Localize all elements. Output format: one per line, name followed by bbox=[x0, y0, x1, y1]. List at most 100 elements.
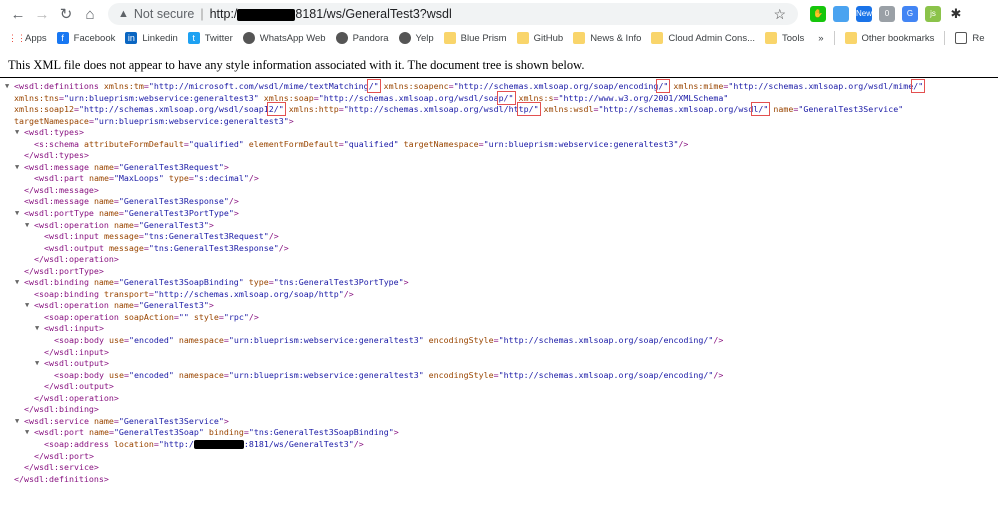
bookmark-apps[interactable]: ⋮⋮ Apps bbox=[8, 32, 47, 44]
collapse-triangle-icon[interactable]: ▼ bbox=[25, 300, 29, 312]
highlighted-value-box: p/" bbox=[496, 90, 516, 105]
home-button[interactable]: ⌂ bbox=[78, 6, 102, 23]
xml-line: <s:schema attributeFormDefault="qualifie… bbox=[0, 139, 998, 151]
xml-attribute-name: transport bbox=[103, 288, 149, 299]
xml-tag: > bbox=[393, 427, 399, 438]
reading-list-label: Re bbox=[972, 32, 985, 44]
xml-line-content: <soap:operation soapAction="" style="rpc… bbox=[44, 312, 259, 324]
xml-tag: > bbox=[223, 161, 229, 172]
bookmark-other-bookmarks[interactable]: Other bookmarks bbox=[844, 32, 934, 44]
bookmark-pandora[interactable]: Pandora bbox=[335, 32, 389, 44]
bookmark-label: News & Info bbox=[590, 32, 642, 44]
xml-tag: > bbox=[208, 300, 214, 311]
xml-attribute-value: "urn:blueprism:webservice:generaltest3" bbox=[228, 335, 424, 346]
xml-tag: <wsdl:input> bbox=[44, 323, 104, 334]
xml-attribute-name: name bbox=[93, 161, 114, 172]
collapse-triangle-icon[interactable]: ▼ bbox=[35, 323, 39, 335]
bookmark-news-info[interactable]: News & Info bbox=[573, 32, 641, 44]
xml-line: xmlns:soap12="http://schemas.xmlsoap.org… bbox=[0, 102, 998, 117]
xml-attribute-value: "http://schemas.xmlsoap.org/wsdl/soa bbox=[318, 92, 499, 103]
xml-line: ▼ <wsdl:portType name="GeneralTest3PortTy… bbox=[0, 208, 998, 220]
xml-attribute-name: xmlns:tns bbox=[14, 92, 59, 103]
collapse-triangle-icon[interactable]: ▼ bbox=[25, 427, 29, 439]
xml-attribute-name: binding bbox=[203, 427, 244, 438]
xml-line: ▼ <wsdl:operation name="GeneralTest3"> bbox=[0, 220, 998, 232]
address-bar[interactable]: ▲ Not secure | http:/ 8181/ws/GeneralTest… bbox=[108, 3, 798, 25]
question-extension-icon[interactable]: 0 bbox=[879, 6, 895, 22]
xml-line: <soap:binding transport="http://schemas.… bbox=[0, 289, 998, 301]
xml-attribute-name: targetNamespace bbox=[398, 138, 479, 149]
reading-list-button[interactable]: Re bbox=[955, 32, 985, 44]
xml-attribute-name: encodingStyle bbox=[423, 335, 494, 346]
highlighted-value-box: /" bbox=[366, 79, 381, 93]
new-badge-extension-icon[interactable]: New bbox=[856, 6, 872, 22]
xml-line: </wsdl:operation> bbox=[0, 393, 998, 405]
collapse-triangle-icon[interactable]: ▼ bbox=[15, 208, 19, 220]
bookmark-github[interactable]: GitHub bbox=[516, 32, 563, 44]
collapse-triangle-icon[interactable]: ▼ bbox=[15, 277, 19, 289]
facebook-icon: f bbox=[56, 32, 69, 44]
url-text[interactable]: http:/ 8181/ws/GeneralTest3?wsdl bbox=[210, 7, 452, 21]
xml-attribute-name: namespace bbox=[173, 369, 224, 380]
bookmark-whatsapp-web[interactable]: WhatsApp Web bbox=[242, 32, 326, 44]
collapse-triangle-icon[interactable]: ▼ bbox=[25, 220, 29, 232]
xml-attribute-value: "" bbox=[178, 311, 189, 322]
bookmark-tools[interactable]: Tools bbox=[765, 32, 804, 44]
xml-attribute-value: "http://microsoft.com/wsdl/mime/textMatc… bbox=[148, 81, 369, 91]
translate-extension-icon[interactable]: G bbox=[902, 6, 918, 22]
xml-tag: /> bbox=[248, 311, 259, 322]
security-label[interactable]: Not secure bbox=[134, 7, 194, 21]
xml-line-content: <soap:address location="http:/:8181/ws/G… bbox=[44, 439, 364, 451]
bookmark-label: Blue Prism bbox=[460, 32, 507, 44]
xml-line-content: </wsdl:output> bbox=[44, 381, 114, 393]
bookmark-yelp[interactable]: Yelp bbox=[398, 32, 434, 44]
xml-attribute-value: "http://schemas.xmlsoap.org/wsdl/soap1 bbox=[78, 104, 269, 115]
extensions-area: ✋ New 0 Gjs ✱ bbox=[810, 6, 964, 22]
forward-button[interactable]: → bbox=[30, 6, 54, 23]
xml-line-content: </wsdl:operation> bbox=[34, 393, 119, 405]
bookmark-facebook[interactable]: f Facebook bbox=[56, 32, 115, 44]
green-thumb-extension-icon[interactable]: ✋ bbox=[810, 6, 826, 22]
xml-line: ▼ <wsdl:operation name="GeneralTest3"> bbox=[0, 300, 998, 312]
xml-tag: <wsdl:part bbox=[34, 173, 89, 184]
window-extension-icon[interactable] bbox=[833, 6, 849, 22]
puzzle-extension-icon[interactable]: ✱ bbox=[948, 6, 964, 22]
xml-attribute-name: use bbox=[108, 335, 124, 346]
xml-line-content: <wsdl:service name="GeneralTest3Service"… bbox=[24, 416, 229, 428]
highlighted-value-box: /" bbox=[656, 79, 671, 93]
xml-line-content: <wsdl:message name="GeneralTest3Request"… bbox=[24, 162, 229, 174]
bookmarks-overflow-button[interactable]: » bbox=[818, 33, 823, 44]
xml-attribute-value: "http://schemas.xmlsoap.org/soap/encodin… bbox=[453, 81, 659, 91]
bookmark-label: Pandora bbox=[352, 32, 389, 44]
bookmark-label: Cloud Admin Cons... bbox=[668, 32, 756, 44]
bookmark-label: Linkedin bbox=[142, 32, 178, 44]
highlighted-value-box: tp/" bbox=[516, 102, 541, 117]
xml-line: ▼ <wsdl:definitions xmlns:tm="http://micr… bbox=[0, 79, 998, 93]
js-extension-icon[interactable]: js bbox=[925, 6, 941, 22]
xml-attribute-name: xmlns:mime bbox=[668, 81, 724, 91]
xml-attribute-name: xmlns:tm bbox=[103, 81, 144, 91]
back-button[interactable]: ← bbox=[6, 6, 30, 23]
bookmark-star-icon[interactable]: ☆ bbox=[773, 6, 786, 23]
bookmark-twitter[interactable]: t Twitter bbox=[187, 32, 233, 44]
xml-attribute-value: "http://schemas.xmlsoap.org/soap/encodin… bbox=[498, 369, 714, 380]
collapse-triangle-icon[interactable]: ▼ bbox=[15, 127, 19, 139]
xml-tag: <wsdl:portType bbox=[24, 208, 99, 219]
xml-attribute-value: "GeneralTest3Service" bbox=[798, 104, 904, 115]
reload-button[interactable]: ↻ bbox=[54, 5, 78, 23]
xml-tag: <wsdl:operation bbox=[34, 300, 114, 311]
xml-tag: </wsdl:operation> bbox=[34, 254, 119, 265]
bookmark-blue-prism[interactable]: Blue Prism bbox=[443, 32, 507, 44]
collapse-triangle-icon[interactable]: ▼ bbox=[5, 81, 9, 93]
xml-line: </wsdl:definitions> bbox=[0, 474, 998, 486]
bookmark-cloud-admin-cons[interactable]: Cloud Admin Cons... bbox=[651, 32, 755, 44]
bookmark-label: Apps bbox=[25, 32, 47, 44]
bookmark-linkedin[interactable]: in Linkedin bbox=[125, 32, 178, 44]
xml-attribute-value: "GeneralTest3Response" bbox=[118, 196, 229, 207]
warning-icon[interactable]: ▲ bbox=[118, 8, 129, 20]
collapse-triangle-icon[interactable]: ▼ bbox=[15, 162, 19, 174]
xml-tag: </wsdl:service> bbox=[24, 462, 99, 473]
xml-attribute-value: "GeneralTest3Soap" bbox=[113, 427, 204, 438]
collapse-triangle-icon[interactable]: ▼ bbox=[35, 358, 39, 370]
collapse-triangle-icon[interactable]: ▼ bbox=[15, 416, 19, 428]
